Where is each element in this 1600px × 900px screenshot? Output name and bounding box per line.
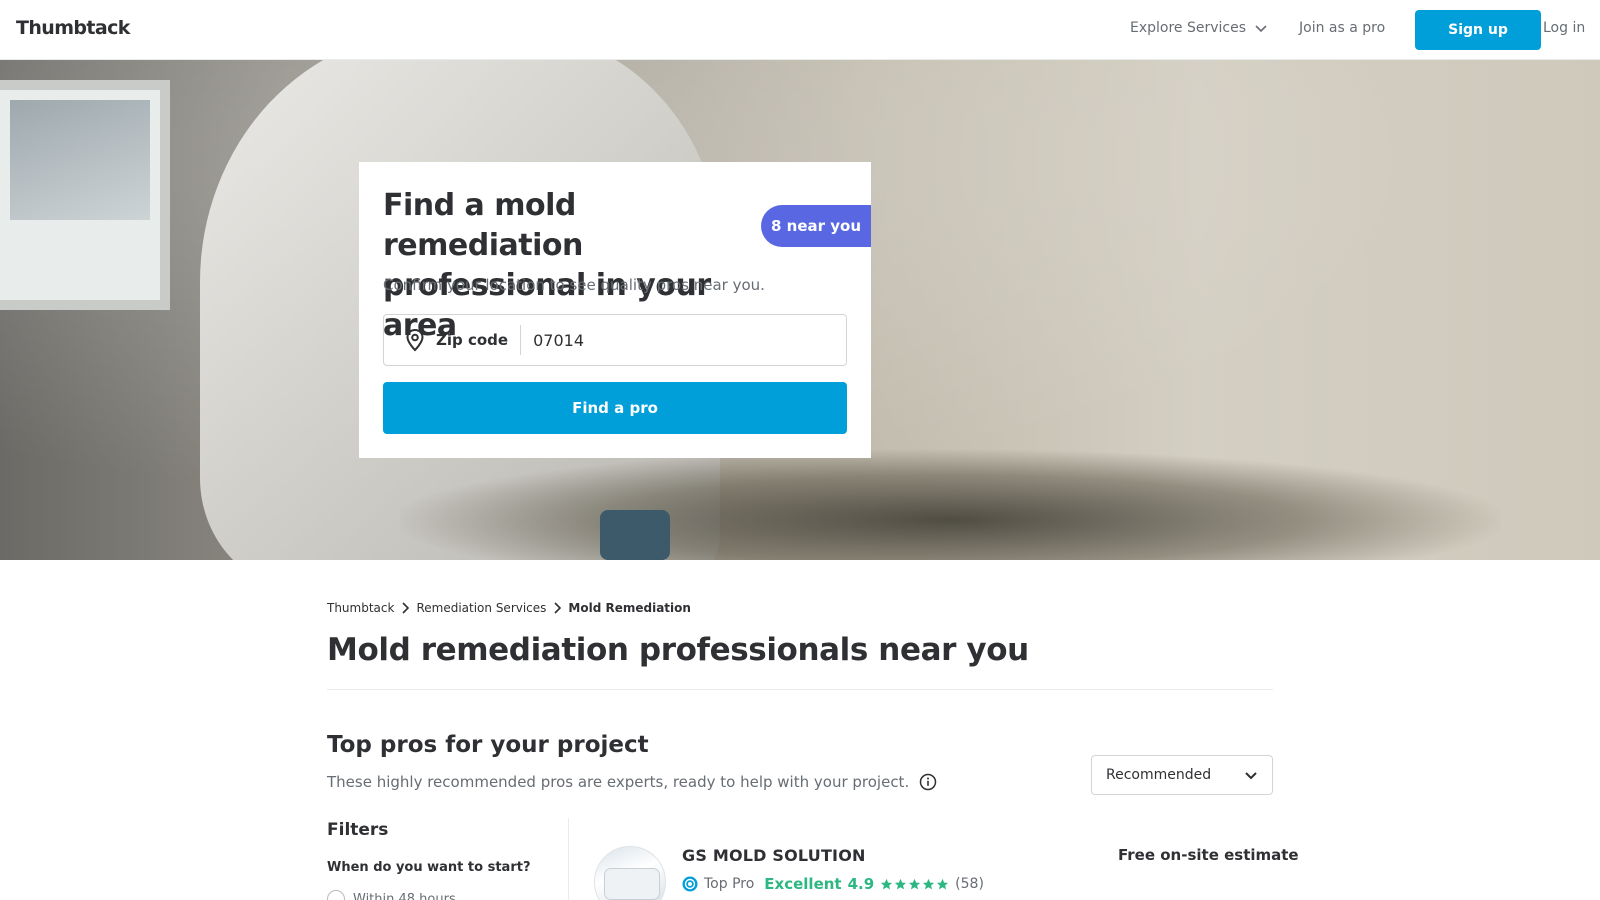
breadcrumb-thumbtack[interactable]: Thumbtack: [327, 601, 394, 615]
star-icon: [937, 878, 949, 889]
section-divider: [327, 689, 1273, 690]
info-icon[interactable]: [919, 773, 937, 791]
hero-mold-image: [400, 450, 1500, 560]
explore-services-menu[interactable]: Explore Services: [1130, 20, 1268, 36]
filter-option-within-48-hours[interactable]: Within 48 hours: [327, 890, 456, 900]
zip-code-field[interactable]: Zip code: [383, 314, 847, 366]
zip-code-label: Zip code: [436, 331, 509, 349]
top-pro-badge-icon: [682, 876, 698, 892]
pro-rating-row: Top Pro Excellent 4.9 (58): [682, 875, 984, 893]
top-nav: Thumbtack Explore Services Join as a pro…: [0, 0, 1600, 60]
star-icon: [895, 878, 907, 889]
top-pros-subtitle-row: These highly recommended pros are expert…: [327, 773, 937, 791]
chevron-down-icon: [1255, 25, 1267, 33]
log-in-link[interactable]: Log in: [1543, 20, 1585, 36]
top-pros-title: Top pros for your project: [327, 732, 649, 758]
chevron-right-icon: [402, 602, 410, 614]
chevron-down-icon: [1245, 772, 1257, 780]
rating-value: 4.9: [847, 875, 875, 893]
radio-button[interactable]: [327, 890, 345, 900]
breadcrumb: Thumbtack Remediation Services Mold Reme…: [327, 601, 691, 615]
sort-dropdown[interactable]: Recommended: [1091, 755, 1273, 795]
rating-word: Excellent: [764, 875, 842, 893]
star-icon: [881, 878, 893, 889]
sign-up-button[interactable]: Sign up: [1415, 10, 1541, 50]
star-icon: [909, 878, 921, 889]
pro-estimate: Free on-site estimate: [1118, 846, 1299, 864]
zip-divider: [520, 325, 522, 355]
hero-subtitle: Confirm your location to see quality pro…: [383, 276, 765, 294]
pro-name[interactable]: GS MOLD SOLUTION: [682, 846, 866, 865]
review-count[interactable]: (58): [955, 876, 984, 892]
filter-option-label: Within 48 hours: [353, 891, 456, 900]
zip-code-input[interactable]: [533, 330, 834, 350]
pro-avatar[interactable]: [594, 846, 666, 900]
filters-title: Filters: [327, 820, 389, 840]
hero-window-image: [0, 80, 170, 310]
hero-equipment-image: [600, 510, 670, 560]
join-as-pro-link[interactable]: Join as a pro: [1299, 20, 1385, 36]
breadcrumb-remediation-services[interactable]: Remediation Services: [416, 601, 546, 615]
top-pros-subtitle: These highly recommended pros are expert…: [327, 773, 910, 791]
column-divider: [568, 818, 569, 900]
explore-services-label: Explore Services: [1130, 20, 1247, 36]
page-title: Mold remediation professionals near you: [327, 632, 1029, 668]
thumbtack-logo[interactable]: Thumbtack: [16, 17, 130, 39]
find-a-pro-button[interactable]: Find a pro: [383, 382, 847, 434]
breadcrumb-mold-remediation: Mold Remediation: [568, 601, 691, 615]
start-time-question: When do you want to start?: [327, 860, 531, 875]
location-search-card: Find a mold remediation professional in …: [359, 162, 871, 458]
top-pro-label: Top Pro: [704, 876, 755, 892]
pros-near-you-badge: 8 near you: [761, 205, 871, 247]
star-icon: [923, 878, 935, 889]
star-rating: [880, 878, 949, 891]
sort-selected-value: Recommended: [1106, 767, 1212, 783]
map-pin-icon: [406, 328, 424, 352]
chevron-right-icon: [554, 602, 562, 614]
